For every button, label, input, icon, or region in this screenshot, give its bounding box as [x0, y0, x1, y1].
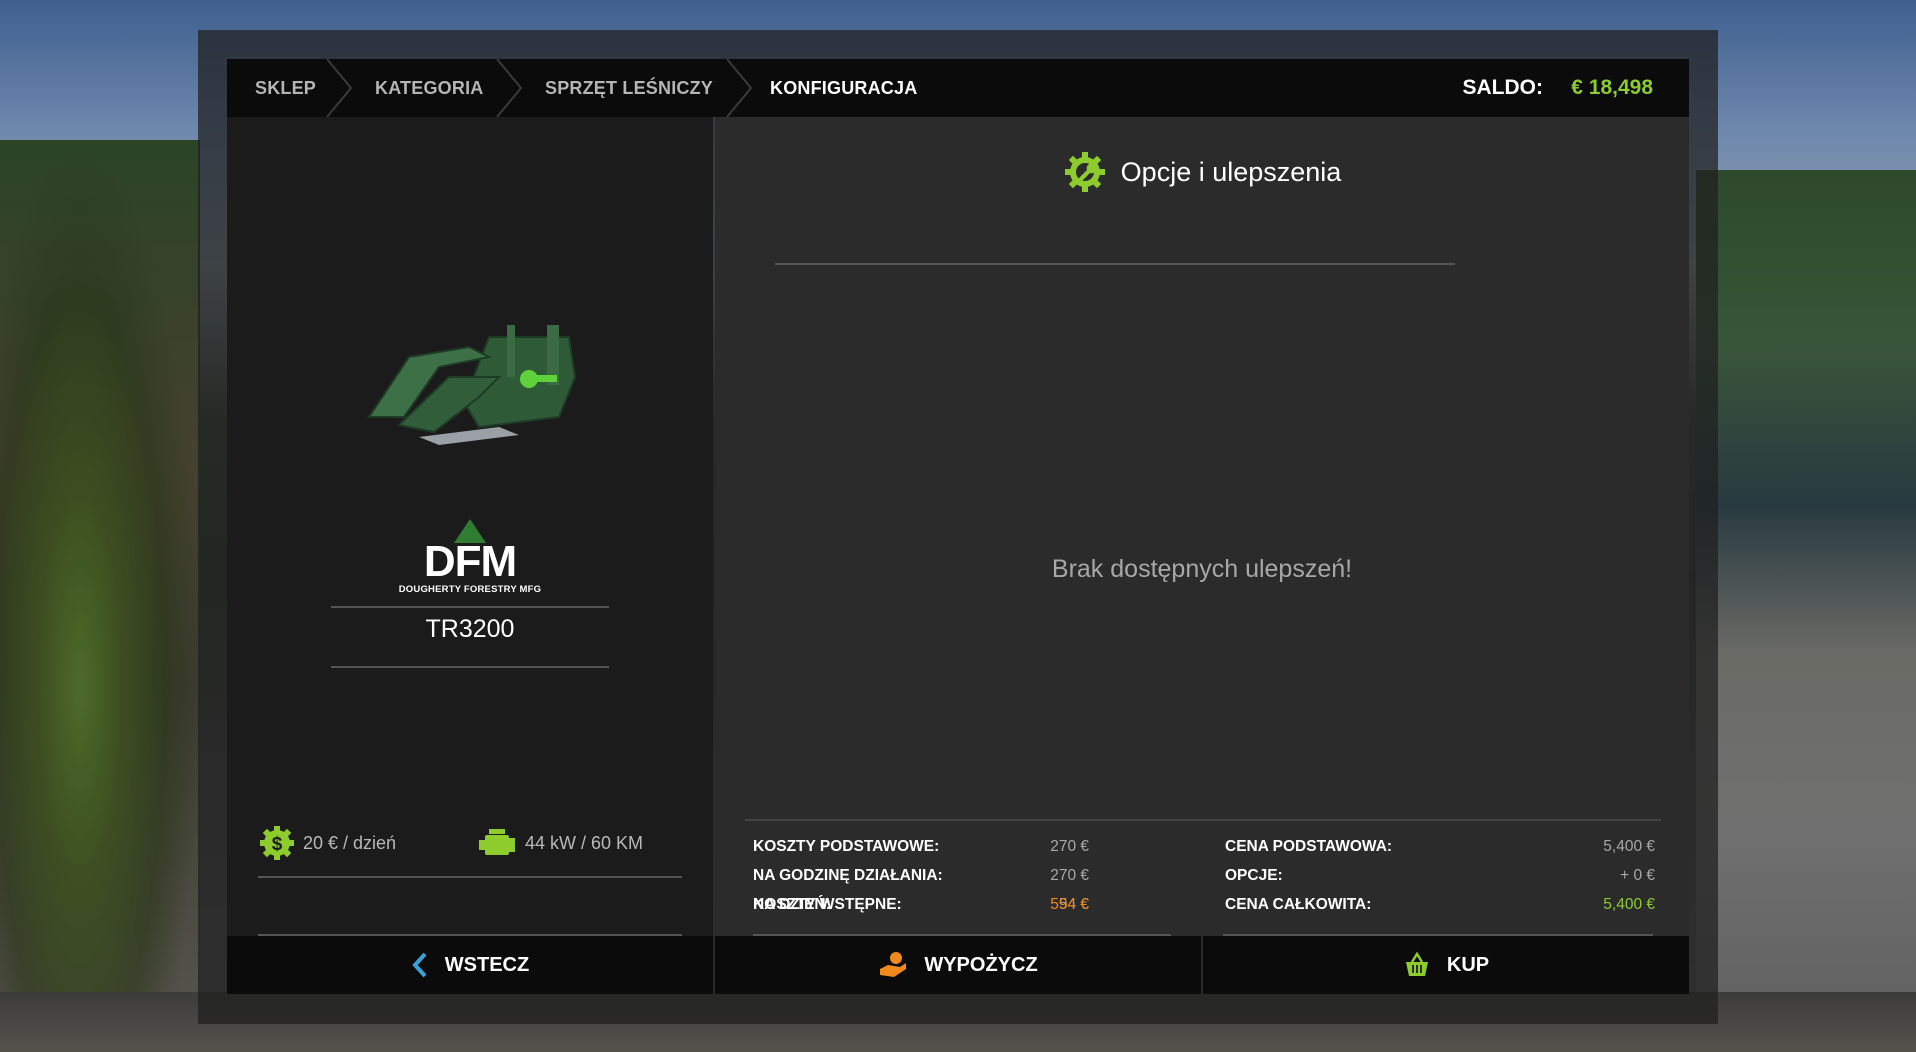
total-price-row: CENA CAŁKOWITA: 5,400 € [1225, 896, 1655, 913]
chevron-left-icon [412, 952, 427, 978]
background-scenery-right [1696, 170, 1916, 1052]
lease-button[interactable]: WYPOŻYCZ [715, 936, 1201, 994]
cost-row: CENA PODSTAWOWA: 5,400 € [1225, 838, 1655, 855]
divider [258, 876, 682, 878]
action-bar: WSTECZ WYPOŻYCZ KUP [227, 936, 1689, 994]
engine-icon [479, 829, 515, 855]
basket-icon [1405, 951, 1428, 976]
balance-value: € 18,498 [1571, 76, 1653, 99]
breadcrumb-separator-icon [326, 59, 353, 117]
dollar-gear-icon: $ [260, 826, 294, 860]
brand-logo: DFM [227, 519, 713, 587]
cost-row: OPCJE: + 0 € [1225, 867, 1655, 884]
divider [775, 263, 1455, 265]
power-stat: 44 kW / 60 KM [477, 823, 643, 863]
breadcrumb-configuration: KONFIGURACJA [770, 78, 918, 98]
breadcrumb-shop[interactable]: SKLEP [255, 59, 316, 117]
divider [331, 666, 609, 668]
divider [331, 606, 609, 608]
cost-row: NA GODZINĘ DZIAŁANIA: 270 € [753, 867, 1089, 884]
svg-text:$: $ [272, 834, 283, 855]
hand-coin-icon [880, 952, 907, 977]
background-scenery-left [0, 140, 200, 1052]
breadcrumb-separator-icon [726, 59, 753, 117]
daily-cost-value: 20 € / dzień [303, 832, 397, 853]
product-panel: DFM DOUGHERTY FORESTRY MFG TR3200 $ 20 €… [227, 117, 713, 936]
shop-config-dialog: SKLEP KATEGORIA SPRZĘT LEŚNICZY KONFIGUR… [227, 59, 1689, 994]
breadcrumb-category[interactable]: KATEGORIA [375, 59, 483, 117]
gear-wrench-icon [1064, 152, 1105, 192]
power-value: 44 kW / 60 KM [525, 832, 644, 853]
no-upgrades-message: Brak dostępnych ulepszeń! [1051, 555, 1353, 583]
product-image [367, 325, 577, 445]
cost-row: KOSZTY PODSTAWOWE: 270 € [753, 838, 1089, 855]
model-name: TR3200 [425, 615, 515, 643]
daily-cost-stat: $ 20 € / dzień [259, 823, 396, 863]
options-panel: Opcje i ulepszenia Brak dostępnych uleps… [715, 117, 1689, 936]
back-button[interactable]: WSTECZ [227, 936, 713, 994]
divider [745, 819, 1661, 821]
breadcrumb-separator-icon [496, 59, 523, 117]
initial-costs-row: KOSZTY WSTĘPNE: 594 € [753, 896, 1089, 913]
options-header: Opcje i ulepszenia [715, 147, 1689, 197]
buy-button[interactable]: KUP [1203, 936, 1689, 994]
breadcrumb-forestry-equipment[interactable]: SPRZĘT LEŚNICZY [545, 59, 713, 117]
options-title: Opcje i ulepszenia [1120, 156, 1342, 187]
brand-name: DOUGHERTY FORESTRY MFG [398, 584, 542, 595]
breadcrumb-bar: SKLEP KATEGORIA SPRZĘT LEŚNICZY KONFIGUR… [227, 59, 1689, 117]
balance-label: SALDO: [1462, 76, 1544, 99]
